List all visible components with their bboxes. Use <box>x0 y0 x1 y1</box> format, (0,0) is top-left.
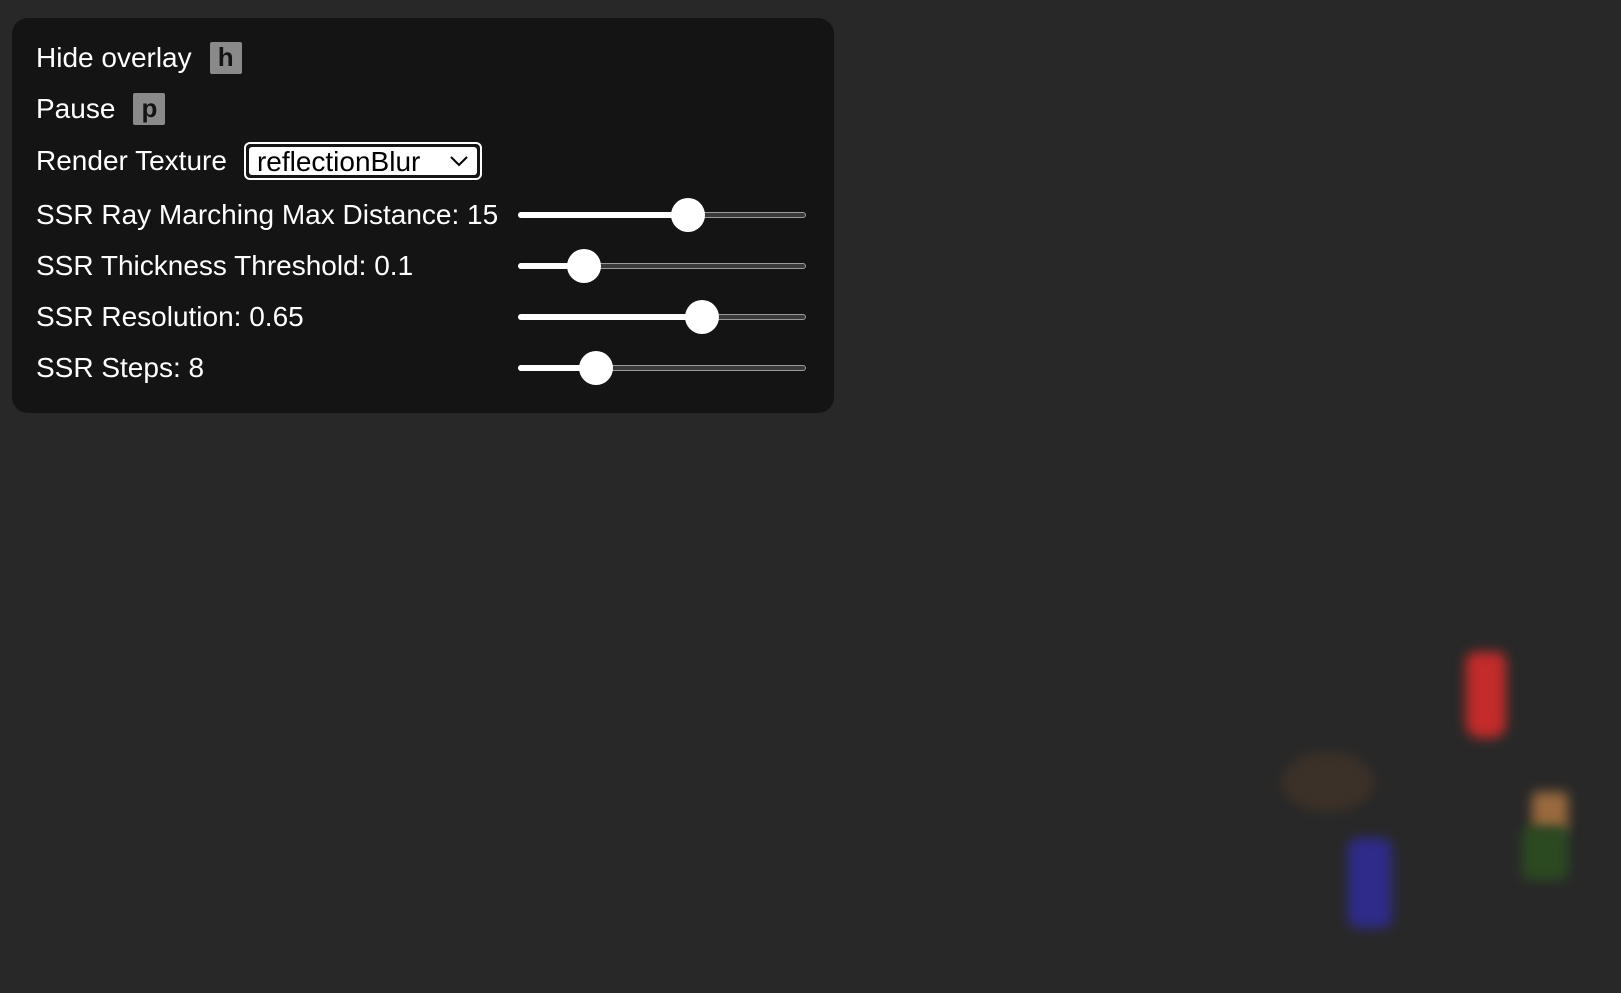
green-object <box>1522 826 1568 880</box>
resolution-slider[interactable] <box>518 300 806 334</box>
max-distance-label: SSR Ray Marching Max Distance: 15 <box>36 199 499 230</box>
render-texture-value: reflectionBlur <box>256 146 421 177</box>
pause-key: p <box>133 93 166 125</box>
thickness-threshold-slider[interactable] <box>518 249 806 283</box>
slider-thumb[interactable] <box>685 300 719 334</box>
resolution-label: SSR Resolution: 0.65 <box>36 301 304 332</box>
red-object <box>1466 652 1506 738</box>
steps-label: SSR Steps: 8 <box>36 352 205 383</box>
slider-thumb[interactable] <box>671 198 705 232</box>
brown-object <box>1282 752 1374 812</box>
max-distance-slider[interactable] <box>518 198 806 232</box>
hide-overlay-label: Hide overlay <box>36 42 192 73</box>
slider-thumb[interactable] <box>579 351 613 385</box>
pause-label: Pause <box>36 93 116 124</box>
render-texture-label: Render Texture <box>36 145 227 176</box>
thickness-threshold-label: SSR Thickness Threshold: 0.1 <box>36 250 414 281</box>
slider-thumb[interactable] <box>567 249 601 283</box>
chevron-down-icon <box>450 156 468 167</box>
render-texture-row: Render Texture reflectionBlur <box>36 142 810 180</box>
pause-row[interactable]: Pause p <box>36 93 810 125</box>
blue-object <box>1348 838 1392 928</box>
hide-overlay-key: h <box>209 42 242 74</box>
control-overlay: Hide overlay h Pause p Render Texture re… <box>12 18 834 413</box>
render-texture-select[interactable]: reflectionBlur <box>243 142 482 180</box>
hide-overlay-row[interactable]: Hide overlay h <box>36 42 810 74</box>
steps-slider[interactable] <box>518 351 806 385</box>
